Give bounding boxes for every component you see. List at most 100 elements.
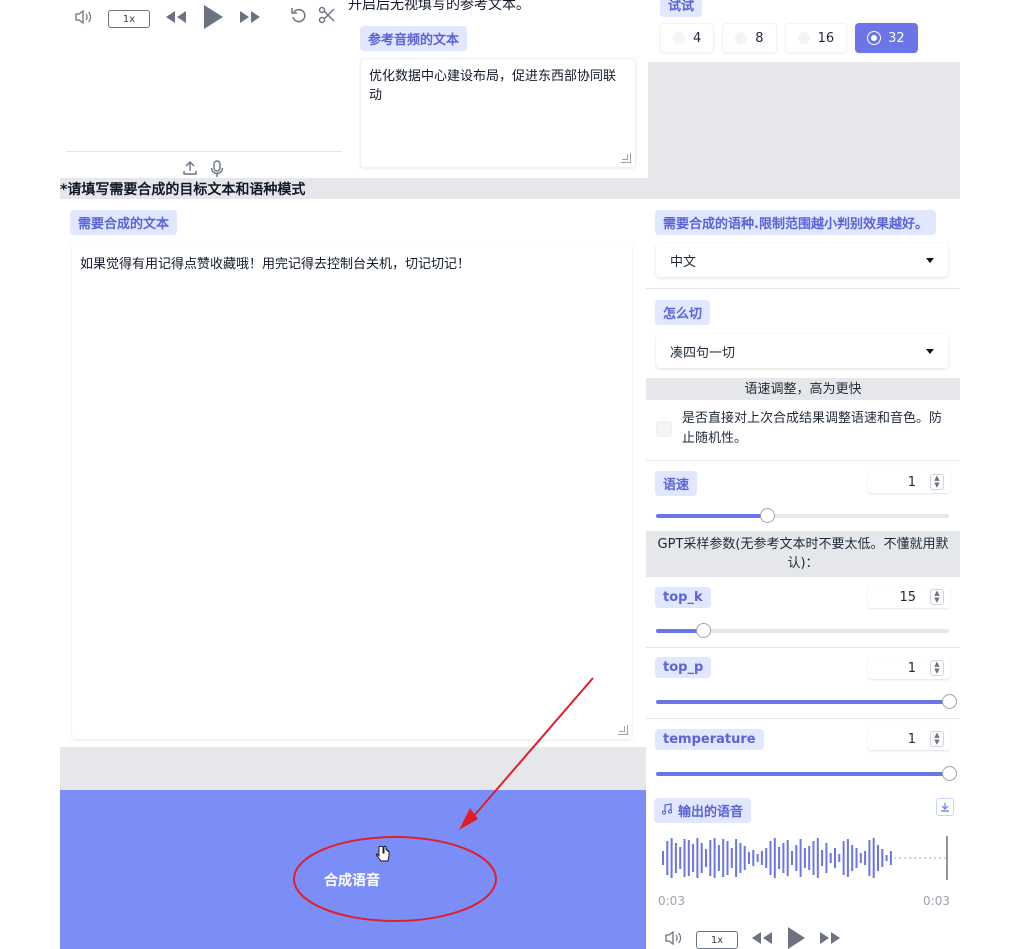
output-audio-label-text: 输出的语音: [678, 805, 744, 820]
radio-label: 16: [817, 30, 835, 46]
top-k-number-input[interactable]: 15 ▲ ▼: [868, 586, 950, 608]
language-value: 中文: [670, 254, 697, 270]
slider-thumb[interactable]: [695, 623, 711, 638]
radio-group: 4 8 16 32: [660, 23, 918, 53]
output-audio-controls: 1x: [664, 926, 842, 949]
download-icon[interactable]: [936, 798, 954, 816]
radio-label: 4: [693, 30, 702, 46]
waveform-bar: [808, 846, 811, 870]
waveform-bar: [842, 841, 845, 875]
split-dropdown[interactable]: 凑四句一切: [656, 334, 948, 368]
waveform-bar: [791, 851, 793, 865]
waveform-bar: [683, 839, 686, 877]
adjust-checkbox-row[interactable]: 是否直接对上次合成结果调整语速和音色。防止随机性。: [656, 409, 946, 449]
waveform-bar: [825, 843, 828, 873]
radio-option-32[interactable]: 32: [855, 23, 918, 53]
split-label: 怎么切: [655, 300, 711, 325]
playback-rate-button[interactable]: 1x: [108, 10, 150, 28]
top-k-label: top_k: [655, 587, 711, 608]
waveform-bar: [679, 847, 682, 869]
radio-option-8[interactable]: 8: [722, 23, 777, 53]
split-value: 凑四句一切: [670, 345, 736, 361]
waveform-bar: [829, 853, 832, 863]
radio-label: 32: [888, 30, 905, 46]
rewind-icon[interactable]: [750, 931, 774, 949]
resize-handle[interactable]: [618, 725, 628, 735]
output-audio-label: 输出的语音: [654, 798, 752, 823]
rewind-icon[interactable]: [164, 10, 188, 28]
waveform-bar: [834, 848, 836, 868]
waveform-bar: [782, 843, 785, 873]
waveform-bar: [739, 843, 742, 873]
reset-icon[interactable]: [290, 6, 308, 28]
play-icon[interactable]: [786, 926, 806, 949]
synthesize-button[interactable]: 合成语音: [60, 790, 646, 949]
stepper-icon[interactable]: ▲ ▼: [930, 660, 944, 676]
volume-icon[interactable]: [664, 930, 684, 949]
reference-text-value: 优化数据中心建设布局，促进东西部协同联动: [369, 69, 617, 103]
reference-note: 开启后无视填写的参考文本。: [348, 0, 530, 13]
slider-fill: [656, 772, 949, 776]
slider-thumb[interactable]: [942, 694, 957, 709]
waveform-bar: [735, 839, 738, 877]
volume-icon[interactable]: [74, 9, 94, 29]
language-label: 需要合成的语种.限制范围越小判别效果越好。: [655, 210, 936, 235]
fast-forward-icon[interactable]: [238, 10, 262, 28]
speed-label: 语速: [655, 471, 698, 496]
stepper-icon[interactable]: ▲ ▼: [930, 474, 944, 490]
waveform-bar: [730, 848, 733, 868]
waveform-bar: [816, 838, 819, 878]
gpt-header-text: GPT采样参数(无参考文本时不要太低。不懂就用默认)：: [657, 537, 949, 571]
play-icon[interactable]: [202, 4, 224, 34]
waveform-bar: [838, 854, 841, 862]
waveform[interactable]: [658, 830, 950, 886]
top-k-slider[interactable]: [656, 623, 949, 638]
waveform-bar: [696, 838, 699, 878]
resize-handle[interactable]: [621, 153, 631, 163]
speed-header-text: 语速调整，高为更快: [744, 381, 862, 397]
stepper-icon[interactable]: ▲ ▼: [930, 589, 944, 605]
adjust-checkbox[interactable]: [656, 421, 672, 437]
waveform-bar: [872, 838, 875, 878]
synthesize-button-label: 合成语音: [324, 873, 380, 889]
playback-rate-button[interactable]: 1x: [696, 931, 738, 949]
slider-thumb[interactable]: [942, 766, 957, 781]
radio-dot: [673, 32, 685, 44]
waveform-bar: [864, 851, 867, 865]
top-p-label: top_p: [655, 657, 712, 678]
speed-number-value: 1: [907, 474, 916, 490]
waveform-bar: [670, 838, 673, 878]
waveform-bar: [846, 839, 849, 877]
language-dropdown[interactable]: 中文: [656, 243, 948, 277]
speed-number-input[interactable]: 1 ▲ ▼: [868, 471, 950, 493]
reference-text-input[interactable]: 优化数据中心建设布局，促进东西部协同联动: [360, 58, 636, 168]
waveform-bar: [868, 840, 871, 876]
waveform-bar: [877, 845, 879, 871]
temperature-number-input[interactable]: 1 ▲ ▼: [868, 728, 950, 750]
top-p-number-input[interactable]: 1 ▲ ▼: [868, 657, 950, 679]
stepper-icon[interactable]: ▲ ▼: [930, 731, 944, 747]
radio-label: 8: [755, 30, 764, 46]
fast-forward-icon[interactable]: [818, 931, 842, 949]
target-text-input[interactable]: 如果觉得有用记得点赞收藏哦！用完记得去控制台关机，切记切记！: [72, 243, 632, 739]
waveform-bar: [778, 847, 781, 869]
slider-thumb[interactable]: [760, 508, 776, 523]
waveform-bar: [799, 839, 802, 877]
temperature-slider[interactable]: [656, 766, 957, 781]
total-time: 0:03: [923, 894, 950, 908]
scissors-icon[interactable]: [318, 6, 336, 28]
settings-panel: 需要合成的语种.限制范围越小判别效果越好。 中文 怎么切 凑四句一切 语速调整，…: [646, 199, 960, 789]
divider: [646, 718, 960, 719]
waveform-bar: [674, 843, 677, 873]
waveform-bar: [889, 851, 892, 865]
gpt-header: GPT采样参数(无参考文本时不要太低。不懂就用默认)：: [646, 531, 960, 577]
waveform-bar: [752, 850, 755, 866]
radio-dot: [868, 32, 881, 44]
waveform-bar: [726, 841, 729, 875]
radio-option-4[interactable]: 4: [660, 23, 715, 53]
top-p-slider[interactable]: [656, 694, 957, 709]
divider: [646, 647, 960, 648]
speed-slider[interactable]: [656, 508, 949, 523]
radio-option-16[interactable]: 16: [784, 23, 848, 53]
waveform-bar: [795, 845, 798, 871]
